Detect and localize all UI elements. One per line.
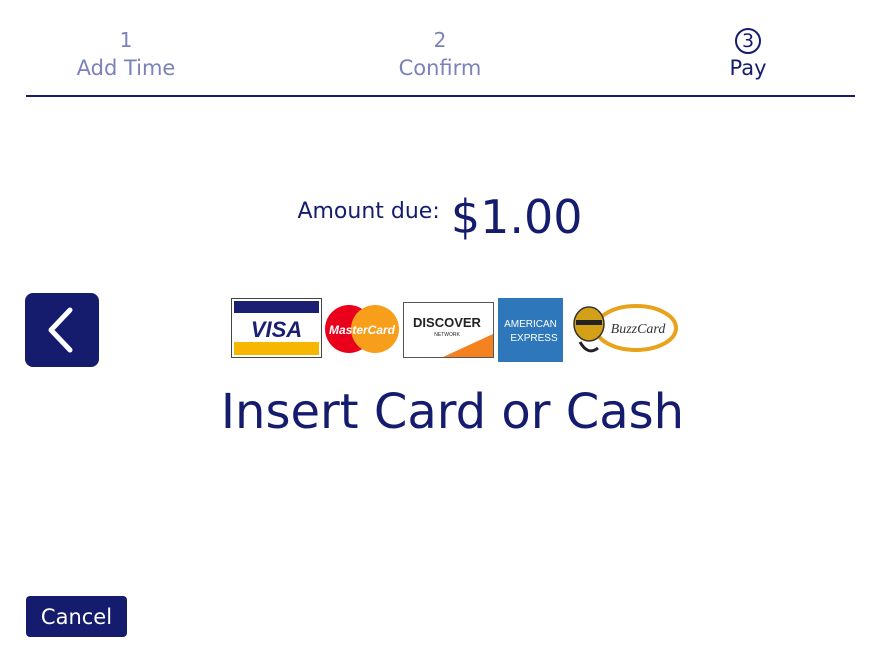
accepted-cards: VISA MasterCard DISCOVER NETWORK AMERICA… [231, 298, 681, 362]
step-confirm: 2 Confirm [340, 28, 540, 80]
svg-text:AMERICAN: AMERICAN [504, 319, 557, 330]
step-number: 2 [433, 28, 447, 52]
step-label: Pay [729, 56, 767, 80]
chevron-left-icon [48, 307, 73, 353]
back-button[interactable] [25, 293, 99, 367]
mastercard-logo: MasterCard [325, 305, 399, 353]
buzzcard-logo: BuzzCard [573, 304, 678, 353]
step-number: 1 [119, 28, 133, 52]
svg-text:DISCOVER: DISCOVER [413, 315, 482, 330]
step-indicator: 1 Add Time 2 Confirm 3 Pay [26, 28, 855, 88]
current-step-number: 3 [735, 28, 761, 54]
amount-due-value: $1.00 [450, 190, 583, 244]
payment-instruction: Insert Card or Cash [220, 384, 685, 440]
step-label: Add Time [76, 56, 176, 80]
svg-text:MasterCard: MasterCard [329, 323, 396, 337]
step-add-time: 1 Add Time [26, 28, 226, 80]
svg-text:VISA: VISA [251, 317, 302, 342]
cancel-button[interactable]: Cancel [26, 596, 127, 637]
svg-text:BuzzCard: BuzzCard [611, 322, 667, 337]
header-divider [26, 95, 855, 97]
discover-logo: DISCOVER NETWORK [403, 302, 494, 358]
svg-text:NETWORK: NETWORK [434, 332, 460, 338]
amount-due: Amount due: $1.00 [0, 190, 880, 244]
step-label: Confirm [398, 56, 482, 80]
svg-text:EXPRESS: EXPRESS [510, 333, 558, 344]
amount-due-label: Amount due: [297, 198, 440, 224]
american-express-logo: AMERICAN EXPRESS [498, 298, 563, 362]
visa-logo: VISA [231, 298, 322, 358]
step-pay: 3 Pay [648, 28, 848, 80]
